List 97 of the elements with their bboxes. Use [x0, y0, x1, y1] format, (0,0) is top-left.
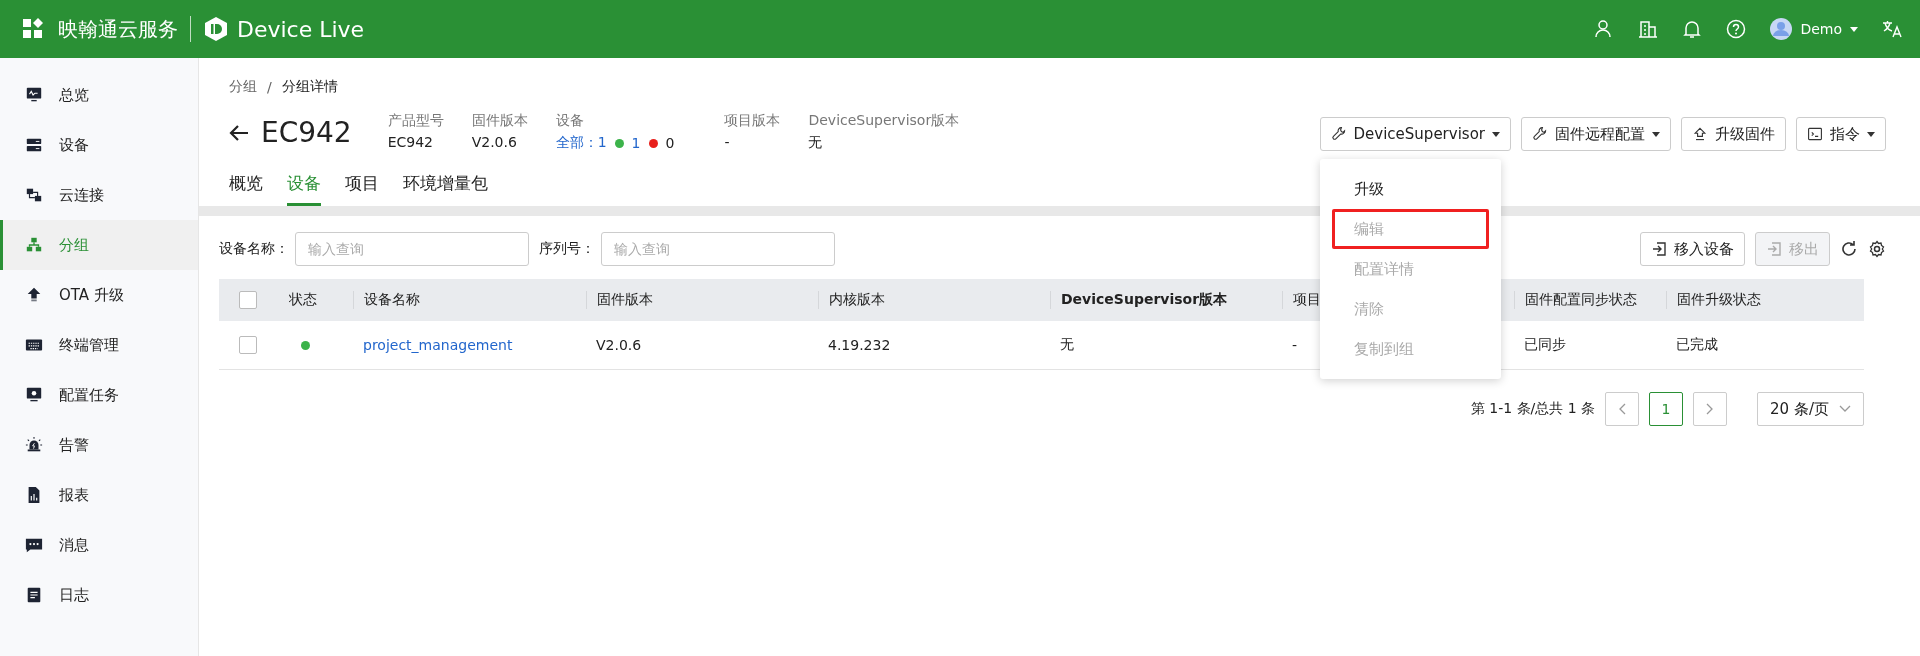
tab[interactable]: 环境增量包	[403, 172, 488, 206]
table-cell: -	[1292, 337, 1298, 353]
connection-icon	[25, 186, 43, 204]
sidebar-item[interactable]: 总览	[0, 70, 198, 120]
column-header: 设备名称	[364, 291, 420, 307]
online-dot	[614, 138, 624, 148]
page-summary: 第 1-1 条/总共 1 条	[1470, 400, 1596, 418]
field-label: 产品型号	[387, 112, 444, 130]
back-arrow-icon[interactable]	[229, 123, 249, 142]
breadcrumb-item[interactable]: 分组	[229, 78, 257, 96]
device-total[interactable]: 全部：1	[555, 134, 607, 152]
avatar-icon[interactable]	[1770, 18, 1793, 40]
filter-label: 序列号：	[539, 240, 595, 258]
caret-icon	[1867, 131, 1875, 137]
field-value: EC942	[387, 134, 435, 150]
field-label: 固件版本	[471, 112, 528, 130]
sidebar-item[interactable]: 消息	[0, 520, 198, 570]
page-button[interactable]: 1	[1649, 392, 1684, 426]
upload-icon	[1692, 126, 1708, 142]
dropdown-button[interactable]: 指令	[1796, 117, 1886, 151]
tab[interactable]: 项目	[345, 172, 379, 206]
settings-icon[interactable]	[1868, 240, 1886, 258]
field-value: -	[724, 134, 731, 150]
field-label: DeviceSupervisor版本	[808, 112, 960, 130]
column-header: 项目	[1293, 291, 1321, 307]
apps-icon[interactable]	[22, 18, 44, 40]
terminal-icon	[1807, 126, 1823, 142]
user-name[interactable]: Demo	[1800, 21, 1842, 37]
import-icon	[1766, 241, 1782, 257]
column-header: 固件配置同步状态	[1525, 291, 1637, 307]
search-field[interactable]: 输入查询	[601, 232, 835, 266]
menu-item[interactable]: 升级	[1319, 169, 1501, 209]
field-value: 无	[808, 134, 824, 152]
caret-icon[interactable]	[1850, 26, 1858, 32]
breadcrumb-item: 分组详情	[281, 78, 338, 96]
field-label: 项目版本	[724, 112, 781, 130]
sidebar-item[interactable]: OTA 升级	[0, 270, 198, 320]
table-cell: 4.19.232	[828, 337, 891, 353]
sidebar-item[interactable]: 终端管理	[0, 320, 198, 370]
help-icon[interactable]	[1726, 19, 1747, 39]
group-name: EC942	[261, 116, 352, 149]
table-cell: 已同步	[1524, 336, 1566, 352]
translate-icon[interactable]	[1882, 19, 1902, 39]
caret-icon	[1652, 131, 1660, 137]
bell-icon[interactable]	[1682, 19, 1703, 39]
column-header: 固件升级状态	[1677, 291, 1761, 307]
wrench-icon	[1532, 126, 1548, 142]
action-button[interactable]: 升级固件	[1681, 117, 1786, 151]
column-header: 状态	[289, 291, 317, 307]
sidebar-item[interactable]: 分组	[0, 220, 198, 270]
field-value: V2.0.6	[471, 134, 518, 150]
field-label: 设备	[555, 112, 585, 130]
sidebar-item[interactable]: 设备	[0, 120, 198, 170]
online-count[interactable]: 1	[631, 135, 641, 151]
chevron-left-icon	[1618, 403, 1627, 415]
move-in-button[interactable]: 移入设备	[1640, 232, 1745, 266]
breadcrumb-separator: /	[267, 79, 272, 95]
wrench-icon	[1330, 126, 1347, 142]
monitor-gear-icon	[25, 386, 43, 404]
page-size-select[interactable]: 20 条/页	[1757, 392, 1864, 426]
product-name: Device Live	[237, 16, 365, 42]
document-icon	[25, 586, 43, 604]
column-header: DeviceSupervisor版本	[1061, 291, 1228, 307]
building-icon[interactable]	[1638, 19, 1659, 39]
table-cell: 已完成	[1676, 336, 1718, 352]
table-cell: 无	[1060, 336, 1074, 352]
column-header: 固件版本	[597, 291, 653, 307]
logo-icon	[203, 16, 229, 42]
chat-icon	[25, 536, 43, 554]
monitor-icon	[25, 86, 43, 104]
column-header: 内核版本	[829, 291, 885, 307]
chevron-down-icon	[1839, 405, 1851, 413]
server-icon	[25, 136, 43, 154]
sidebar-item[interactable]: 云连接	[0, 170, 198, 220]
dropdown-button[interactable]: DeviceSupervisor	[1319, 117, 1511, 151]
import-icon	[1651, 241, 1667, 257]
sidebar-item[interactable]: 日志	[0, 570, 198, 620]
sidebar-item[interactable]: 告警	[0, 420, 198, 470]
tab[interactable]: 概览	[229, 172, 263, 206]
search-field[interactable]: 输入查询	[295, 232, 529, 266]
upload-icon	[25, 286, 43, 304]
hierarchy-icon	[25, 236, 43, 254]
sidebar-item[interactable]: 配置任务	[0, 370, 198, 420]
device-link[interactable]: project_management	[363, 337, 513, 353]
filter-label: 设备名称：	[219, 240, 289, 258]
table-cell: V2.0.6	[596, 337, 642, 353]
caret-icon	[1492, 131, 1500, 137]
dropdown-button[interactable]: 固件远程配置	[1521, 117, 1671, 151]
chevron-right-icon	[1706, 403, 1715, 415]
row-checkbox[interactable]	[239, 336, 257, 354]
offline-count[interactable]: 0	[665, 135, 675, 151]
offline-dot	[648, 138, 658, 148]
brand-name: 映翰通云服务	[58, 15, 178, 43]
alarm-light-icon	[25, 436, 43, 454]
refresh-icon[interactable]	[1840, 240, 1858, 258]
select-all-checkbox[interactable]	[239, 291, 257, 309]
sidebar-item[interactable]: 报表	[0, 470, 198, 520]
